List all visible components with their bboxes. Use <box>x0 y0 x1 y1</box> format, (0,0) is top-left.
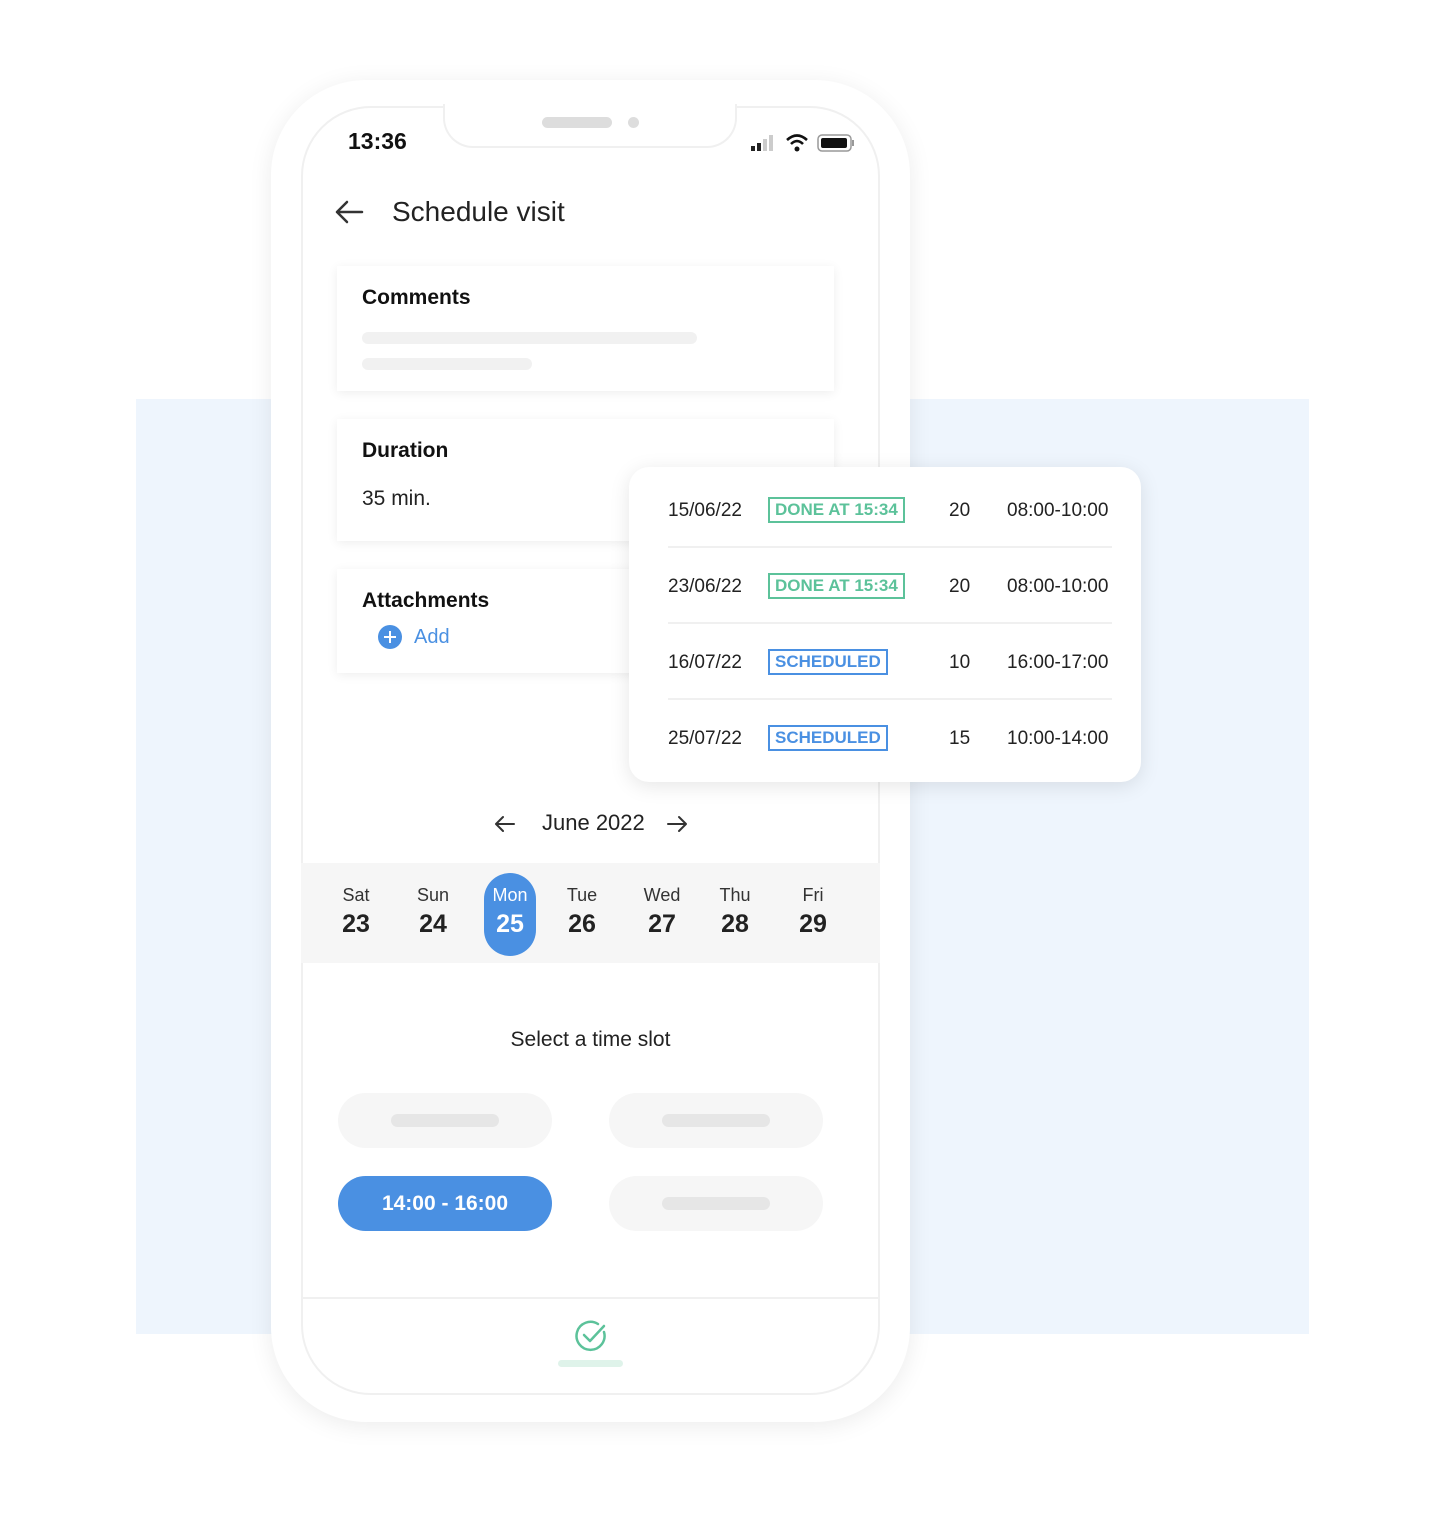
time-slot-placeholder[interactable] <box>609 1176 823 1231</box>
wifi-icon <box>786 134 808 152</box>
battery-icon <box>817 134 854 152</box>
attachments-title: Attachments <box>362 589 490 612</box>
day-number: 28 <box>721 910 749 938</box>
add-attachment-button[interactable]: Add <box>378 625 450 649</box>
day-sat[interactable]: Sat 23 <box>330 873 382 956</box>
visit-row: 15/06/22 DONE AT 15:34 20 08:00-10:00 <box>668 472 1112 548</box>
status-badge: SCHEDULED <box>768 725 888 751</box>
day-number: 27 <box>648 910 676 938</box>
comment-placeholder-line <box>362 332 697 344</box>
day-name: Wed <box>643 885 681 905</box>
day-number: 24 <box>419 910 447 938</box>
visit-date: 25/07/22 <box>668 728 742 749</box>
day-thu[interactable]: Thu 28 <box>709 873 761 956</box>
speaker <box>542 117 612 128</box>
day-fri[interactable]: Fri 29 <box>787 873 839 956</box>
add-label: Add <box>414 625 450 648</box>
day-name: Fri <box>802 885 824 905</box>
duration-title: Duration <box>362 439 449 462</box>
page-title: Schedule visit <box>392 196 565 227</box>
visit-date: 23/06/22 <box>668 576 742 597</box>
status-time: 13:36 <box>348 128 407 154</box>
visit-count: 20 <box>949 500 971 521</box>
status-badge: DONE AT 15:34 <box>768 573 905 599</box>
day-name: Sun <box>416 885 450 905</box>
comment-placeholder-line <box>362 358 532 370</box>
day-number: 23 <box>342 910 370 938</box>
visit-row: 25/07/22 SCHEDULED 15 10:00-14:00 <box>668 700 1112 776</box>
time-slot-selected[interactable]: 14:00 - 16:00 <box>338 1176 552 1231</box>
day-name: Mon <box>492 885 528 905</box>
back-arrow-icon[interactable] <box>333 198 365 226</box>
day-name: Thu <box>719 885 751 905</box>
check-circle-icon[interactable] <box>574 1319 608 1353</box>
day-sun[interactable]: Sun 24 <box>407 873 459 956</box>
camera <box>628 117 639 128</box>
day-name: Sat <box>342 885 370 905</box>
day-wed[interactable]: Wed 27 <box>636 873 688 956</box>
status-badge: SCHEDULED <box>768 649 888 675</box>
time-slot-heading: Select a time slot <box>510 1028 671 1051</box>
duration-value: 35 min. <box>362 487 431 510</box>
visit-row: 23/06/22 DONE AT 15:34 20 08:00-10:00 <box>668 548 1112 624</box>
visit-history-popup: 15/06/22 DONE AT 15:34 20 08:00-10:00 23/… <box>629 467 1141 782</box>
comments-title: Comments <box>362 286 471 309</box>
plus-circle-icon <box>378 625 402 649</box>
signal-icon <box>751 135 773 151</box>
visit-date: 16/07/22 <box>668 652 742 673</box>
day-number: 26 <box>568 910 596 938</box>
day-name: Tue <box>566 885 598 905</box>
prev-month-arrow-icon[interactable] <box>493 814 517 834</box>
time-slot-placeholder[interactable] <box>338 1093 552 1148</box>
comments-card[interactable]: Comments <box>337 266 834 391</box>
bottom-divider <box>303 1297 878 1299</box>
visit-count: 10 <box>949 652 971 673</box>
visit-time: 10:00-14:00 <box>1007 728 1109 749</box>
day-mon[interactable]: Mon 25 <box>484 873 536 956</box>
visit-row: 16/07/22 SCHEDULED 10 16:00-17:00 <box>668 624 1112 700</box>
day-tue[interactable]: Tue 26 <box>556 873 608 956</box>
visit-time: 16:00-17:00 <box>1007 652 1109 673</box>
day-number: 29 <box>799 910 827 938</box>
time-slot-placeholder[interactable] <box>609 1093 823 1148</box>
status-badge: DONE AT 15:34 <box>768 497 905 523</box>
visit-count: 20 <box>949 576 971 597</box>
visit-time: 08:00-10:00 <box>1007 576 1109 597</box>
day-number: 25 <box>496 910 524 938</box>
month-label: June 2022 <box>542 810 645 835</box>
visit-date: 15/06/22 <box>668 500 742 521</box>
visit-time: 08:00-10:00 <box>1007 500 1109 521</box>
visit-count: 15 <box>949 728 971 749</box>
tab-indicator <box>558 1360 623 1367</box>
next-month-arrow-icon[interactable] <box>665 814 689 834</box>
